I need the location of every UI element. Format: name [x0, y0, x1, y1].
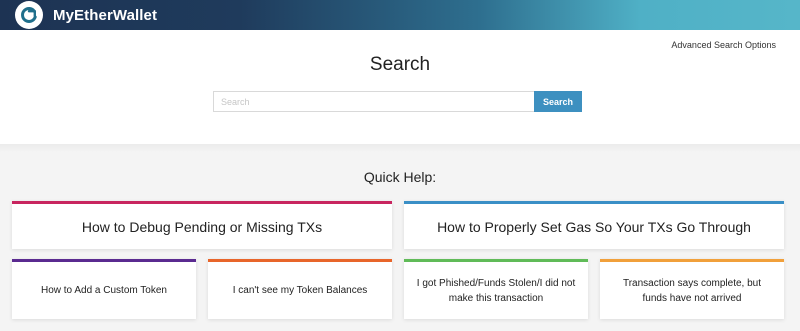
help-card-funds-not-arrived[interactable]: Transaction says complete, but funds hav… — [600, 259, 784, 319]
brand-name: MyEtherWallet — [53, 6, 158, 24]
quick-help-title: Quick Help: — [363, 169, 437, 185]
search-button[interactable]: Search — [534, 91, 582, 112]
help-card-phished-funds-stolen[interactable]: I got Phished/Funds Stolen/I did not mak… — [404, 259, 588, 319]
section-divider — [0, 144, 800, 152]
help-card-set-gas[interactable]: How to Properly Set Gas So Your TXs Go T… — [404, 201, 784, 249]
top-navbar: MyEtherWallet — [0, 0, 800, 30]
search-input[interactable] — [213, 91, 534, 112]
help-card-add-custom-token[interactable]: How to Add a Custom Token — [12, 259, 196, 319]
search-panel: Advanced Search Options Search Search — [0, 30, 800, 144]
help-card-token-balances[interactable]: I can't see my Token Balances — [208, 259, 392, 319]
search-title: Search — [369, 54, 431, 75]
myetherwallet-logo-icon — [15, 1, 43, 29]
home-logo-link[interactable]: MyEtherWallet — [15, 1, 157, 29]
advanced-search-options-link[interactable]: Advanced Search Options — [671, 40, 776, 50]
search-bar: Search — [213, 91, 582, 112]
help-card-debug-pending-txs[interactable]: How to Debug Pending or Missing TXs — [12, 201, 392, 249]
